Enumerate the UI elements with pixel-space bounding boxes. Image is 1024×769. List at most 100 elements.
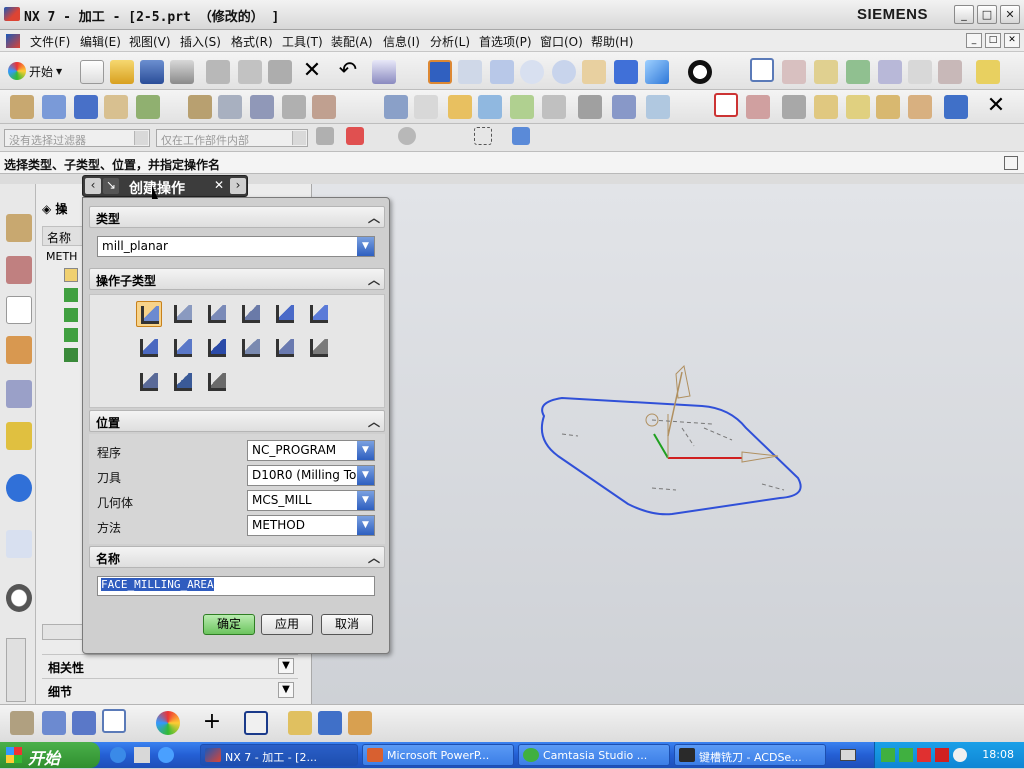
keyboard-icon[interactable] — [840, 749, 856, 761]
verify-path-icon[interactable] — [282, 95, 306, 119]
delete-object-icon[interactable]: ✕ — [984, 95, 1008, 119]
group-name[interactable]: 名称 ︿ — [89, 546, 385, 568]
snap-point-icon[interactable] — [346, 127, 364, 145]
subtype-icon-9[interactable] — [204, 335, 230, 361]
replay-path-icon[interactable] — [218, 95, 242, 119]
method-select[interactable]: METHOD ▼ — [247, 515, 375, 536]
scope-select[interactable]: 仅在工作部件内部 — [156, 129, 308, 147]
cut-icon[interactable] — [206, 60, 230, 84]
menu-window[interactable]: 窗口(O) — [540, 33, 583, 50]
operation-name-input[interactable]: FACE_MILLING_AREA — [97, 576, 375, 596]
clock-icon[interactable] — [6, 584, 32, 612]
block-icon[interactable] — [318, 711, 342, 735]
create-operation-dialog-titlebar[interactable]: ‹ ↘ 创建操作 ✕ › — [82, 175, 248, 197]
rotate-icon[interactable] — [552, 60, 576, 84]
create-geometry-icon[interactable] — [74, 95, 98, 119]
reuse-library-icon[interactable] — [6, 380, 32, 408]
tray-antivirus-icon[interactable] — [917, 748, 931, 762]
doc-minimize-icon[interactable]: _ — [966, 33, 982, 48]
minimize-button[interactable]: _ — [954, 5, 974, 24]
transform-icon[interactable] — [876, 95, 900, 119]
feature-select-icon[interactable] — [398, 127, 416, 145]
task-nx[interactable]: NX 7 - 加工 - [2... — [200, 744, 358, 766]
desktop-quicklaunch-icon[interactable] — [134, 747, 150, 763]
ok-button[interactable]: 确定 — [203, 614, 255, 635]
subtype-icon-7[interactable] — [136, 335, 162, 361]
menu-analysis[interactable]: 分析(L) — [430, 33, 470, 50]
filter-settings-icon[interactable] — [316, 127, 334, 145]
copy-icon[interactable] — [238, 60, 262, 84]
tool-select[interactable]: D10R0 (Milling To ▼ — [247, 465, 375, 486]
save-icon[interactable] — [140, 60, 164, 84]
point-icon[interactable] — [908, 60, 932, 84]
maximize-button[interactable]: □ — [977, 5, 997, 24]
program-order-view-icon[interactable] — [714, 93, 738, 117]
output-cls-icon[interactable] — [510, 95, 534, 119]
doc-close-icon[interactable]: ✕ — [1004, 33, 1020, 48]
task-acdsee[interactable]: 键槽铣刀 - ACDSe... — [674, 744, 826, 766]
subtype-icon-15[interactable] — [204, 369, 230, 395]
section-dependencies[interactable]: 相关性 ▼ — [42, 654, 298, 676]
color-icon[interactable] — [156, 711, 180, 735]
tool-group-icon[interactable] — [72, 711, 96, 735]
media-quicklaunch-icon[interactable] — [158, 747, 174, 763]
arrow-icon[interactable]: ↘ — [103, 178, 119, 194]
subtype-icon-14[interactable] — [170, 369, 196, 395]
subtype-icon-8[interactable] — [170, 335, 196, 361]
cancel-button[interactable]: 取消 — [321, 614, 373, 635]
operation-node-icon[interactable] — [64, 328, 78, 342]
fit-icon[interactable] — [428, 60, 452, 84]
menu-view[interactable]: 视图(V) — [129, 33, 171, 50]
subtype-icon-1[interactable] — [136, 301, 162, 327]
feature-group-icon[interactable] — [102, 709, 126, 733]
create-program-icon[interactable] — [10, 95, 34, 119]
object-icon[interactable] — [846, 95, 870, 119]
forward-icon[interactable]: › — [230, 178, 246, 194]
zoom-icon[interactable] — [490, 60, 514, 84]
operation-navigator-icon[interactable] — [6, 296, 32, 324]
select-body-icon[interactable] — [512, 127, 530, 145]
apply-button[interactable]: 应用 — [261, 614, 313, 635]
operation-node-icon[interactable] — [64, 348, 78, 362]
operation-node-icon[interactable] — [64, 288, 78, 302]
tray-network-icon[interactable] — [899, 748, 913, 762]
path-edit-icon[interactable] — [414, 95, 438, 119]
list-path-icon[interactable] — [250, 95, 274, 119]
group-location[interactable]: 位置 ︿ — [89, 410, 385, 432]
tray-app-icon[interactable] — [881, 748, 895, 762]
subtype-icon-10[interactable] — [238, 335, 264, 361]
assembly-navigator-icon[interactable] — [6, 214, 32, 242]
menu-information[interactable]: 信息(I) — [383, 33, 420, 50]
windows-start-button[interactable]: 开始 — [0, 742, 100, 768]
measure-icon[interactable] — [814, 60, 838, 84]
info-icon[interactable] — [6, 474, 32, 502]
create-tool-icon[interactable] — [42, 95, 66, 119]
tool-path-icon[interactable] — [384, 95, 408, 119]
subtype-icon-5[interactable] — [272, 301, 298, 327]
group-type[interactable]: 类型 ︿ — [89, 206, 385, 228]
web-browser-icon[interactable] — [6, 530, 32, 558]
doc-restore-icon[interactable]: □ — [985, 33, 1001, 48]
geometry-view-icon[interactable] — [782, 95, 806, 119]
method-view-icon[interactable] — [814, 95, 838, 119]
tree-item-method[interactable]: METH — [46, 250, 77, 263]
app-menu-icon[interactable] — [6, 34, 20, 48]
layer-icon[interactable] — [938, 60, 962, 84]
menu-edit[interactable]: 编辑(E) — [80, 33, 121, 50]
graphics-window[interactable] — [312, 184, 1024, 704]
menu-format[interactable]: 格式(R) — [231, 33, 273, 50]
boolean-icon[interactable] — [348, 711, 372, 735]
open-folder-icon[interactable] — [110, 60, 134, 84]
new-file-icon[interactable] — [80, 60, 104, 84]
tray-record-icon[interactable] — [935, 748, 949, 762]
ie-quicklaunch-icon[interactable] — [110, 747, 126, 763]
simulate-icon[interactable] — [612, 95, 636, 119]
subtype-icon-2[interactable] — [170, 301, 196, 327]
plane-icon[interactable] — [244, 711, 268, 735]
start-button[interactable]: 开始 ▼ — [8, 60, 62, 82]
subtype-icon-4[interactable] — [238, 301, 264, 327]
subtype-icon-11[interactable] — [272, 335, 298, 361]
task-powerpoint[interactable]: Microsoft PowerP... — [362, 744, 514, 766]
point-constructor-icon[interactable]: + — [200, 711, 224, 735]
menu-insert[interactable]: 插入(S) — [180, 33, 221, 50]
